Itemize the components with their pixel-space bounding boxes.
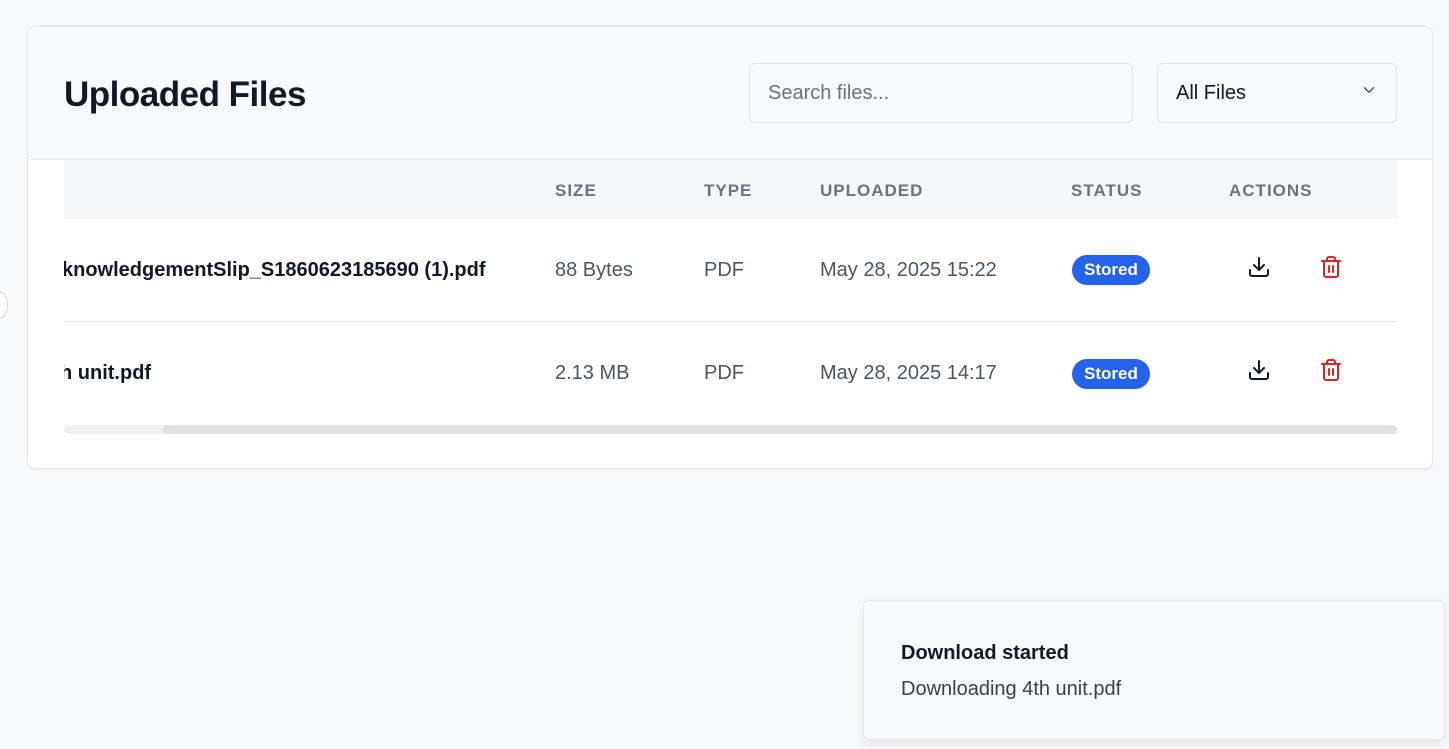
column-header-uploaded[interactable]: UPLOADED bbox=[820, 181, 923, 201]
table-row: h unit.pdf 2.13 MB PDF May 28, 2025 14:1… bbox=[64, 322, 1397, 425]
delete-button[interactable] bbox=[1317, 255, 1345, 283]
toast-title: Download started bbox=[901, 642, 1069, 664]
status-badge: Stored bbox=[1072, 358, 1150, 389]
page-title: Uploaded Files bbox=[64, 75, 306, 114]
column-header-actions: ACTIONS bbox=[1229, 181, 1313, 200]
status-cell: Stored bbox=[1072, 219, 1150, 321]
delete-button[interactable] bbox=[1317, 358, 1345, 386]
status-cell: Stored bbox=[1072, 322, 1150, 425]
file-name: h unit.pdf bbox=[64, 362, 152, 384]
chevron-down-icon bbox=[1360, 81, 1378, 105]
trash-icon bbox=[1319, 255, 1343, 284]
scrollbar-thumb[interactable] bbox=[163, 425, 1397, 434]
table-header: SIZE TYPE UPLOADED STATUS ACTIONS bbox=[64, 160, 1397, 219]
file-type: PDF bbox=[704, 362, 744, 384]
download-toast: Download started Downloading 4th unit.pd… bbox=[863, 600, 1445, 740]
panel-header: Uploaded Files All Files bbox=[28, 27, 1432, 160]
horizontal-scrollbar[interactable] bbox=[64, 425, 1397, 434]
file-type: PDF bbox=[704, 258, 744, 281]
status-badge: Stored bbox=[1072, 255, 1150, 285]
file-uploaded-date: May 28, 2025 14:17 bbox=[820, 362, 997, 384]
file-name: knowledgementSlip_S1860623185690 (1).pdf bbox=[64, 258, 486, 281]
files-table: SIZE TYPE UPLOADED STATUS ACTIONS knowle… bbox=[64, 160, 1397, 430]
download-icon bbox=[1247, 358, 1271, 387]
file-size: 88 Bytes bbox=[555, 258, 633, 281]
download-button[interactable] bbox=[1245, 255, 1273, 283]
table-row: knowledgementSlip_S1860623185690 (1).pdf… bbox=[64, 219, 1397, 322]
toast-message: Downloading 4th unit.pdf bbox=[901, 678, 1122, 700]
column-header-status[interactable]: STATUS bbox=[1071, 181, 1142, 201]
sidebar-toggle-handle[interactable] bbox=[0, 290, 8, 320]
file-size: 2.13 MB bbox=[555, 362, 630, 384]
download-icon bbox=[1247, 255, 1271, 284]
column-header-type[interactable]: TYPE bbox=[704, 181, 752, 201]
uploaded-files-panel: Uploaded Files All Files SIZE TYPE UPLOA… bbox=[27, 26, 1433, 469]
trash-icon bbox=[1319, 358, 1343, 387]
column-header-size[interactable]: SIZE bbox=[555, 181, 597, 201]
file-uploaded-date: May 28, 2025 15:22 bbox=[820, 258, 997, 281]
filter-selected-value: All Files bbox=[1176, 81, 1247, 104]
file-filter-select[interactable]: All Files bbox=[1157, 63, 1397, 123]
search-input[interactable] bbox=[749, 63, 1133, 123]
download-button[interactable] bbox=[1245, 358, 1273, 386]
